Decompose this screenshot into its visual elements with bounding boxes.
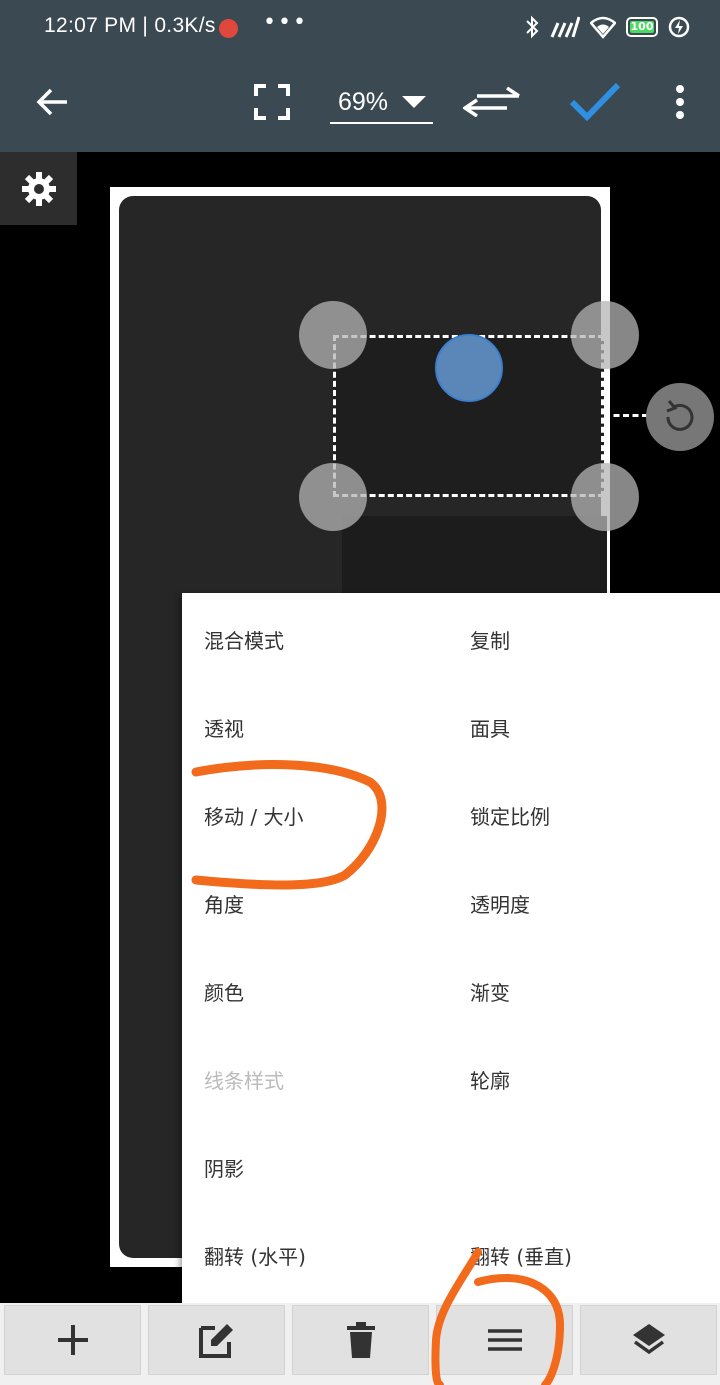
- rotate-icon: [666, 400, 694, 431]
- edit-layer-button[interactable]: [148, 1305, 285, 1375]
- menu-item-blend-mode[interactable]: 混合模式: [204, 595, 284, 683]
- layer-menu-button[interactable]: [436, 1305, 573, 1375]
- menu-item-shadow[interactable]: 阴影: [204, 1123, 244, 1211]
- menu-item-angle[interactable]: 角度: [204, 859, 244, 947]
- battery-level: 100: [630, 20, 654, 33]
- more-notifications-icon: •••: [263, 10, 308, 35]
- delete-icon: [346, 1322, 375, 1358]
- menu-icon: [487, 1329, 522, 1351]
- menu-item-mask[interactable]: 面具: [470, 683, 510, 771]
- zoom-dropdown[interactable]: 69%: [330, 82, 433, 124]
- fullscreen-button[interactable]: [242, 72, 302, 132]
- system-icons: 100: [524, 14, 690, 40]
- battery-icon: 100: [626, 17, 658, 37]
- net-speed: 0.3K/s: [154, 14, 216, 37]
- record-indicator-icon: [219, 19, 238, 38]
- chevron-down-icon: [402, 96, 427, 108]
- menu-item-lock-ratio[interactable]: 锁定比例: [470, 771, 550, 859]
- edit-icon: [198, 1324, 233, 1358]
- add-layer-button[interactable]: [4, 1305, 141, 1375]
- charging-icon: [668, 16, 690, 38]
- menu-item-opacity[interactable]: 透明度: [470, 859, 530, 947]
- move-handle[interactable]: [435, 334, 503, 402]
- wifi-icon: [590, 16, 616, 39]
- delete-layer-button[interactable]: [292, 1305, 429, 1375]
- resize-handle-bottom-right[interactable]: [571, 463, 639, 531]
- menu-item-flip-vertical[interactable]: 翻转 (垂直): [470, 1211, 572, 1299]
- status-bar: 12:07 PM | 0.3K/s ••• 100: [0, 0, 720, 52]
- gear-icon: [21, 171, 56, 206]
- bottom-action-bar: [0, 1303, 720, 1385]
- menu-item-perspective[interactable]: 透视: [204, 683, 244, 771]
- resize-handle-top-left[interactable]: [299, 301, 367, 369]
- resize-handle-top-right[interactable]: [571, 301, 639, 369]
- fullscreen-icon: [254, 84, 290, 120]
- menu-item-gradient[interactable]: 渐变: [470, 947, 510, 1035]
- menu-item-outline[interactable]: 轮廓: [470, 1035, 510, 1123]
- swap-button[interactable]: [462, 72, 522, 132]
- layers-button[interactable]: [580, 1305, 717, 1375]
- rotate-handle[interactable]: [646, 383, 714, 451]
- resize-handle-bottom-left[interactable]: [299, 463, 367, 531]
- menu-item-duplicate[interactable]: 复制: [470, 595, 510, 683]
- swap-icon: [463, 87, 520, 117]
- back-button[interactable]: [22, 72, 82, 132]
- menu-item-line-style: 线条样式: [204, 1068, 284, 1093]
- app-toolbar: 69%: [0, 52, 720, 152]
- bluetooth-icon: [526, 15, 539, 39]
- rotation-connector: [604, 414, 648, 417]
- layer-context-menu: 混合模式 透视 移动 / 大小 角度 颜色 线条样式 阴影 翻转 (水平) 复制…: [182, 593, 720, 1304]
- confirm-button[interactable]: [565, 72, 625, 132]
- layers-icon: [632, 1324, 665, 1355]
- signal-icon: [550, 16, 580, 38]
- settings-button[interactable]: [0, 152, 77, 225]
- more-vert-icon: [676, 85, 684, 119]
- add-icon: [57, 1325, 88, 1355]
- menu-item-flip-horizontal[interactable]: 翻转 (水平): [204, 1211, 306, 1299]
- status-time: 12:07 PM | 0.3K/s: [44, 14, 216, 37]
- back-arrow-icon: [36, 88, 67, 116]
- more-options-button[interactable]: [650, 72, 710, 132]
- check-icon: [569, 82, 621, 122]
- zoom-level: 69%: [338, 87, 389, 116]
- menu-item-color[interactable]: 颜色: [204, 947, 244, 1035]
- menu-item-move-size[interactable]: 移动 / 大小: [204, 771, 303, 859]
- clock: 12:07 PM: [44, 14, 137, 37]
